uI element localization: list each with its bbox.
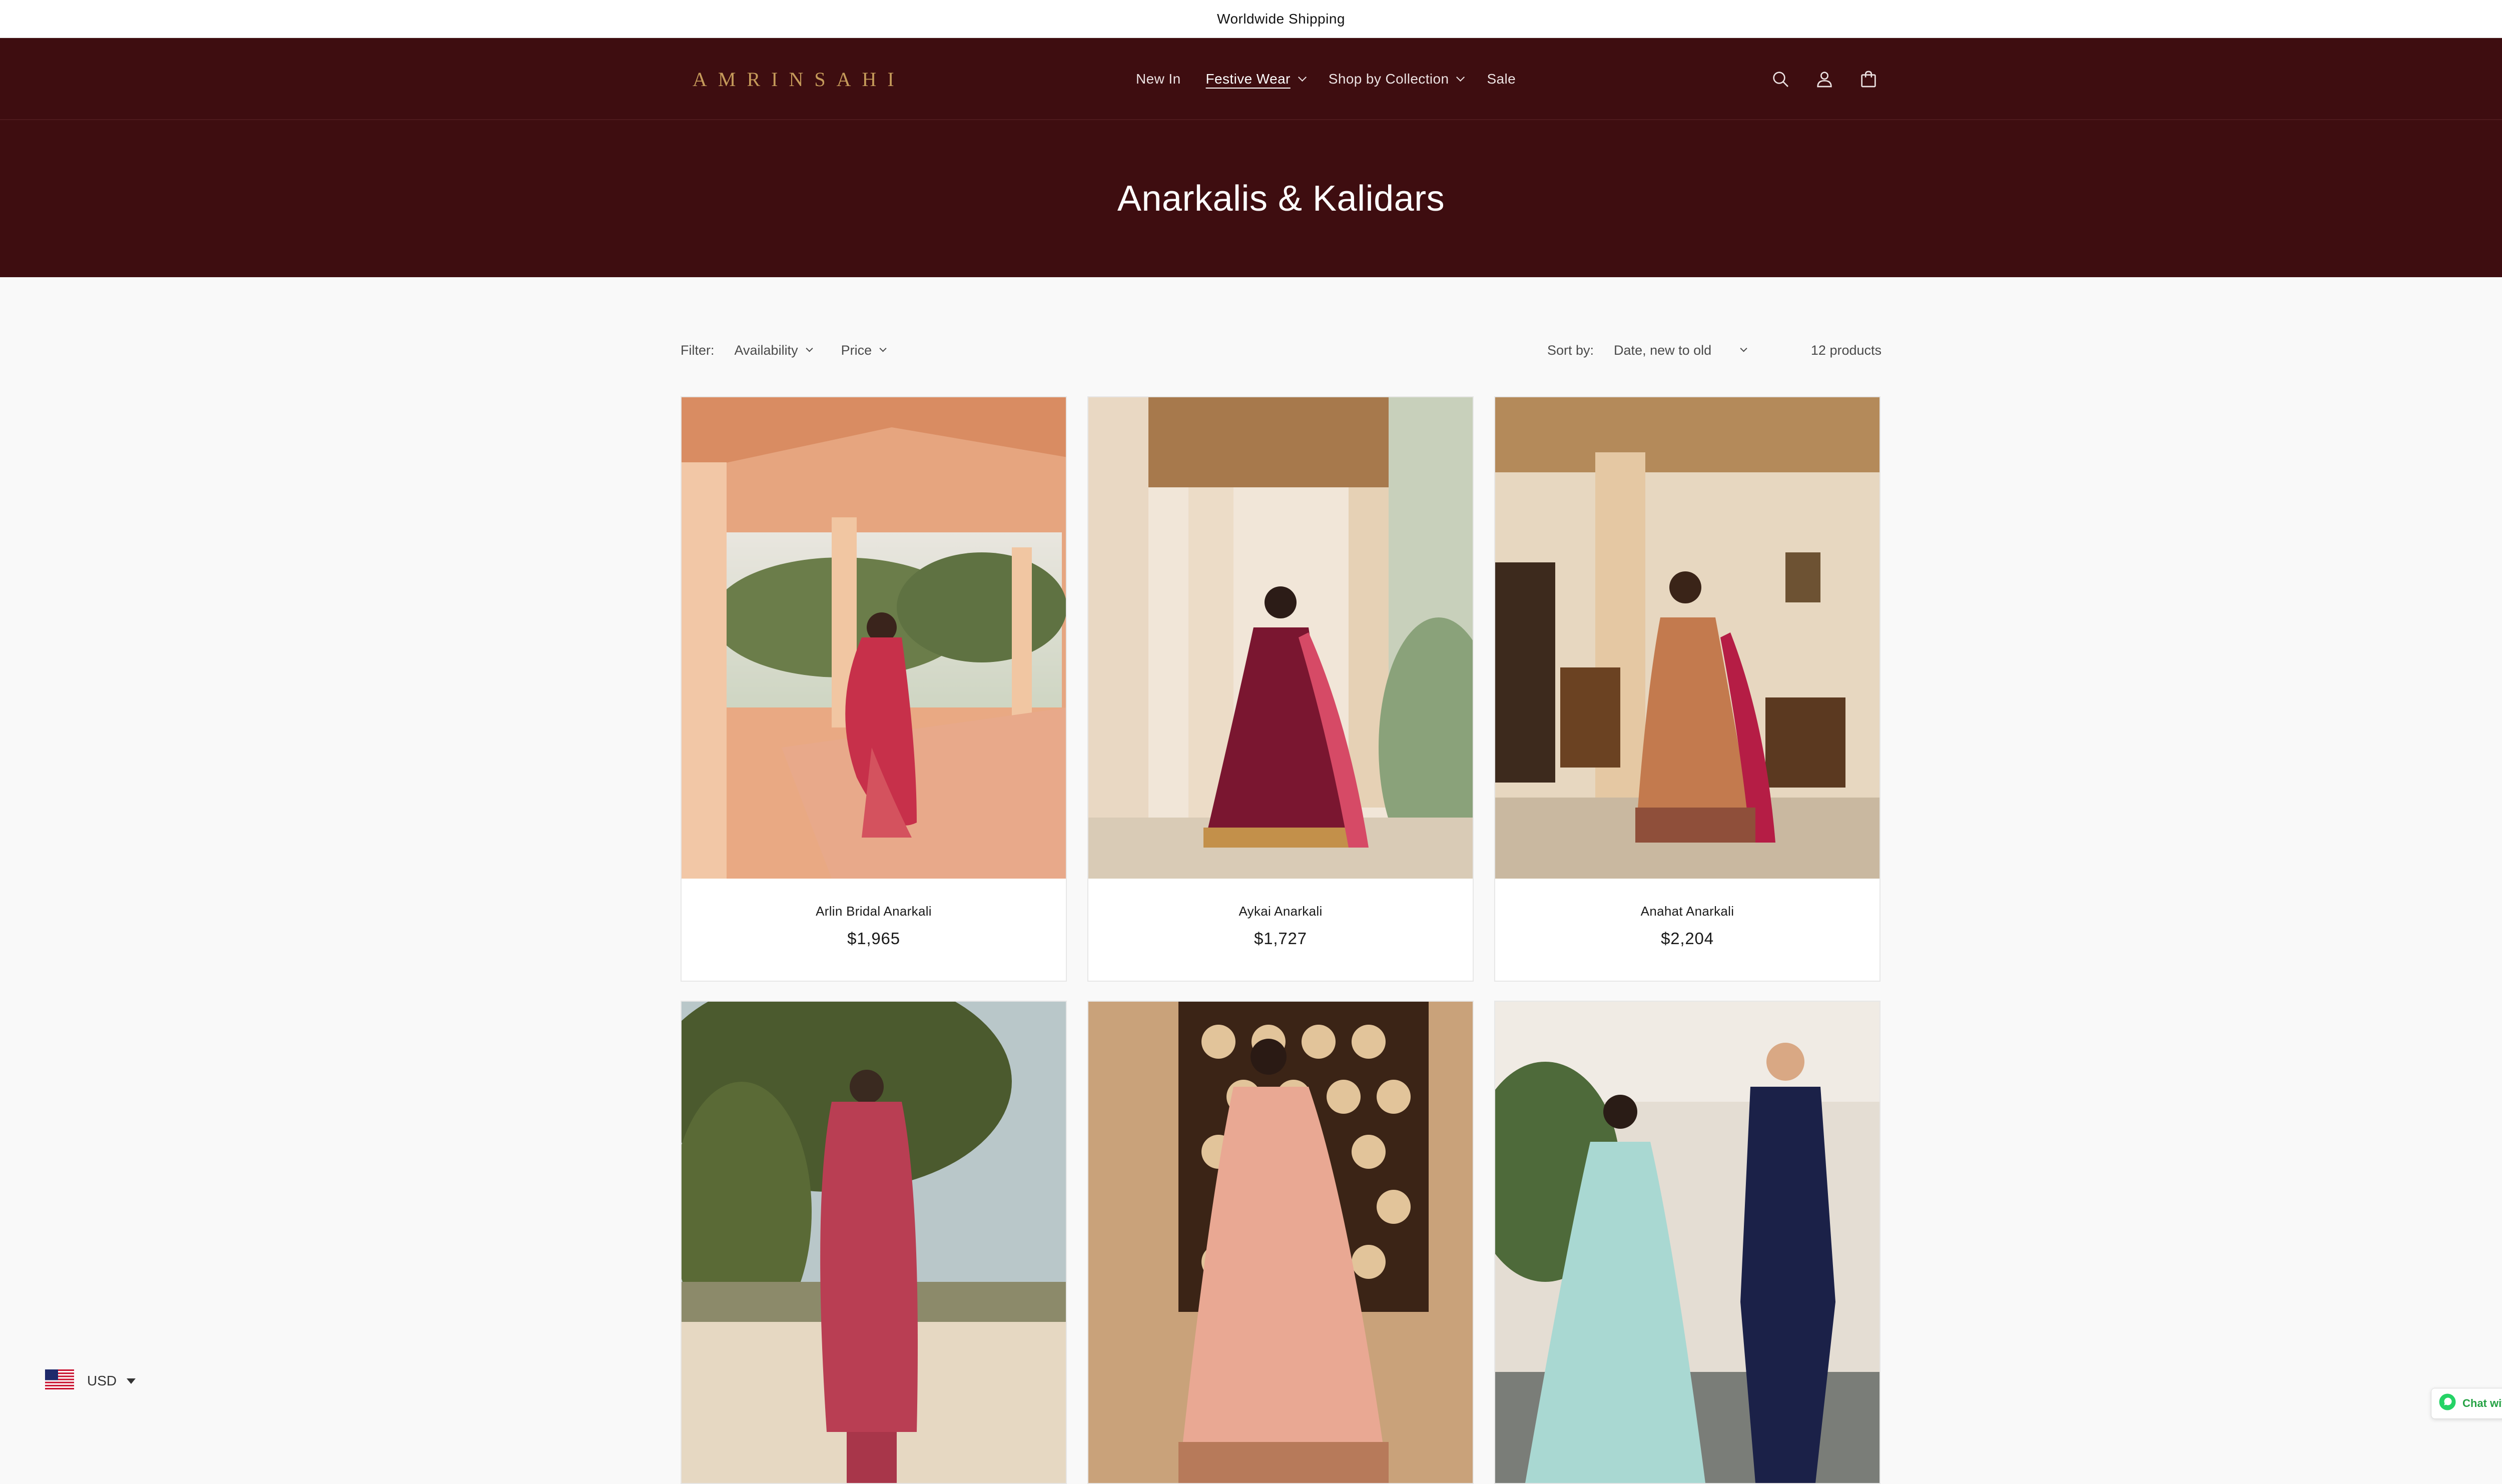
filter-label: Filter:	[681, 342, 715, 358]
product-info: Anahat Anarkali $2,204	[1495, 879, 1880, 981]
product-image[interactable]	[682, 397, 1066, 879]
brand-logo[interactable]: AMRINSAHI	[693, 64, 905, 94]
chevron-down-icon	[1456, 73, 1465, 82]
nav-item-sale[interactable]: Sale	[1487, 71, 1516, 87]
filter-price-label: Price	[841, 342, 872, 358]
announcement-bar: Worldwide Shipping	[0, 0, 2502, 38]
chevron-down-icon	[879, 345, 887, 352]
account-icon[interactable]	[1813, 68, 1835, 90]
whatsapp-icon	[2438, 1393, 2456, 1414]
product-image[interactable]	[1495, 397, 1880, 879]
sort-label: Sort by:	[1547, 342, 1594, 358]
product-name[interactable]: Aykai Anarkali	[1238, 904, 1322, 919]
filter-bar: Filter: Availability Price Sort by: Date…	[681, 335, 1882, 365]
product-card[interactable]: Arlin Bridal Anarkali $1,965	[681, 396, 1067, 982]
product-price: $1,965	[847, 929, 900, 948]
product-image[interactable]	[682, 1002, 1066, 1483]
sort-control: Sort by: Date, new to old	[1547, 342, 1747, 358]
nav-item-label: Sale	[1487, 71, 1516, 87]
chevron-down-icon	[1740, 345, 1747, 352]
announcement-text: Worldwide Shipping	[1217, 11, 1345, 27]
nav-item-label: Shop by Collection	[1328, 71, 1449, 87]
currency-selector[interactable]: USD	[45, 1369, 136, 1393]
chevron-down-icon	[1298, 73, 1307, 82]
product-count: 12 products	[1810, 342, 1882, 358]
product-name[interactable]: Anahat Anarkali	[1641, 904, 1734, 919]
currency-code: USD	[87, 1373, 117, 1388]
main-nav: New In Festive Wear Shop by Collection S…	[1136, 66, 1516, 92]
filter-availability[interactable]: Availability	[734, 342, 813, 358]
sort-select[interactable]: Date, new to old	[1614, 342, 1747, 358]
chevron-down-icon	[806, 345, 813, 352]
product-image[interactable]	[1088, 1002, 1473, 1483]
filter-price[interactable]: Price	[841, 342, 887, 358]
nav-item-new-in[interactable]: New In	[1136, 71, 1181, 87]
chat-button[interactable]: Chat with us	[2431, 1388, 2502, 1419]
header-icons	[1769, 64, 1880, 94]
product-image[interactable]	[1088, 397, 1473, 879]
product-card[interactable]: Aykai Anarkali $1,727	[1087, 396, 1474, 982]
product-card[interactable]	[1494, 1001, 1881, 1484]
filter-availability-label: Availability	[734, 342, 798, 358]
product-card[interactable]	[1087, 1001, 1474, 1484]
chat-label: Chat with us	[2462, 1397, 2502, 1409]
product-info: Aykai Anarkali $1,727	[1088, 879, 1473, 981]
nav-item-label: Festive Wear	[1205, 71, 1291, 87]
collection-banner: Anarkalis & Kalidars	[0, 120, 2502, 277]
product-image[interactable]	[1495, 1002, 1880, 1483]
search-icon[interactable]	[1769, 68, 1791, 90]
product-card[interactable]	[681, 1001, 1067, 1484]
nav-item-label: New In	[1136, 71, 1181, 87]
product-price: $1,727	[1254, 929, 1307, 948]
product-name[interactable]: Arlin Bridal Anarkali	[816, 904, 932, 919]
product-info: Arlin Bridal Anarkali $1,965	[682, 879, 1066, 981]
site-header: AMRINSAHI New In Festive Wear Shop by Co…	[0, 38, 2502, 120]
us-flag-icon	[45, 1369, 74, 1393]
cart-icon[interactable]	[1857, 68, 1880, 90]
nav-item-festive-wear[interactable]: Festive Wear	[1205, 71, 1307, 87]
product-card[interactable]: Anahat Anarkali $2,204	[1494, 396, 1881, 982]
caret-down-icon	[127, 1378, 136, 1384]
page-title: Anarkalis & Kalidars	[1117, 179, 1445, 219]
product-price: $2,204	[1661, 929, 1714, 948]
nav-item-shop-by-collection[interactable]: Shop by Collection	[1328, 71, 1465, 87]
sort-value: Date, new to old	[1614, 342, 1712, 358]
